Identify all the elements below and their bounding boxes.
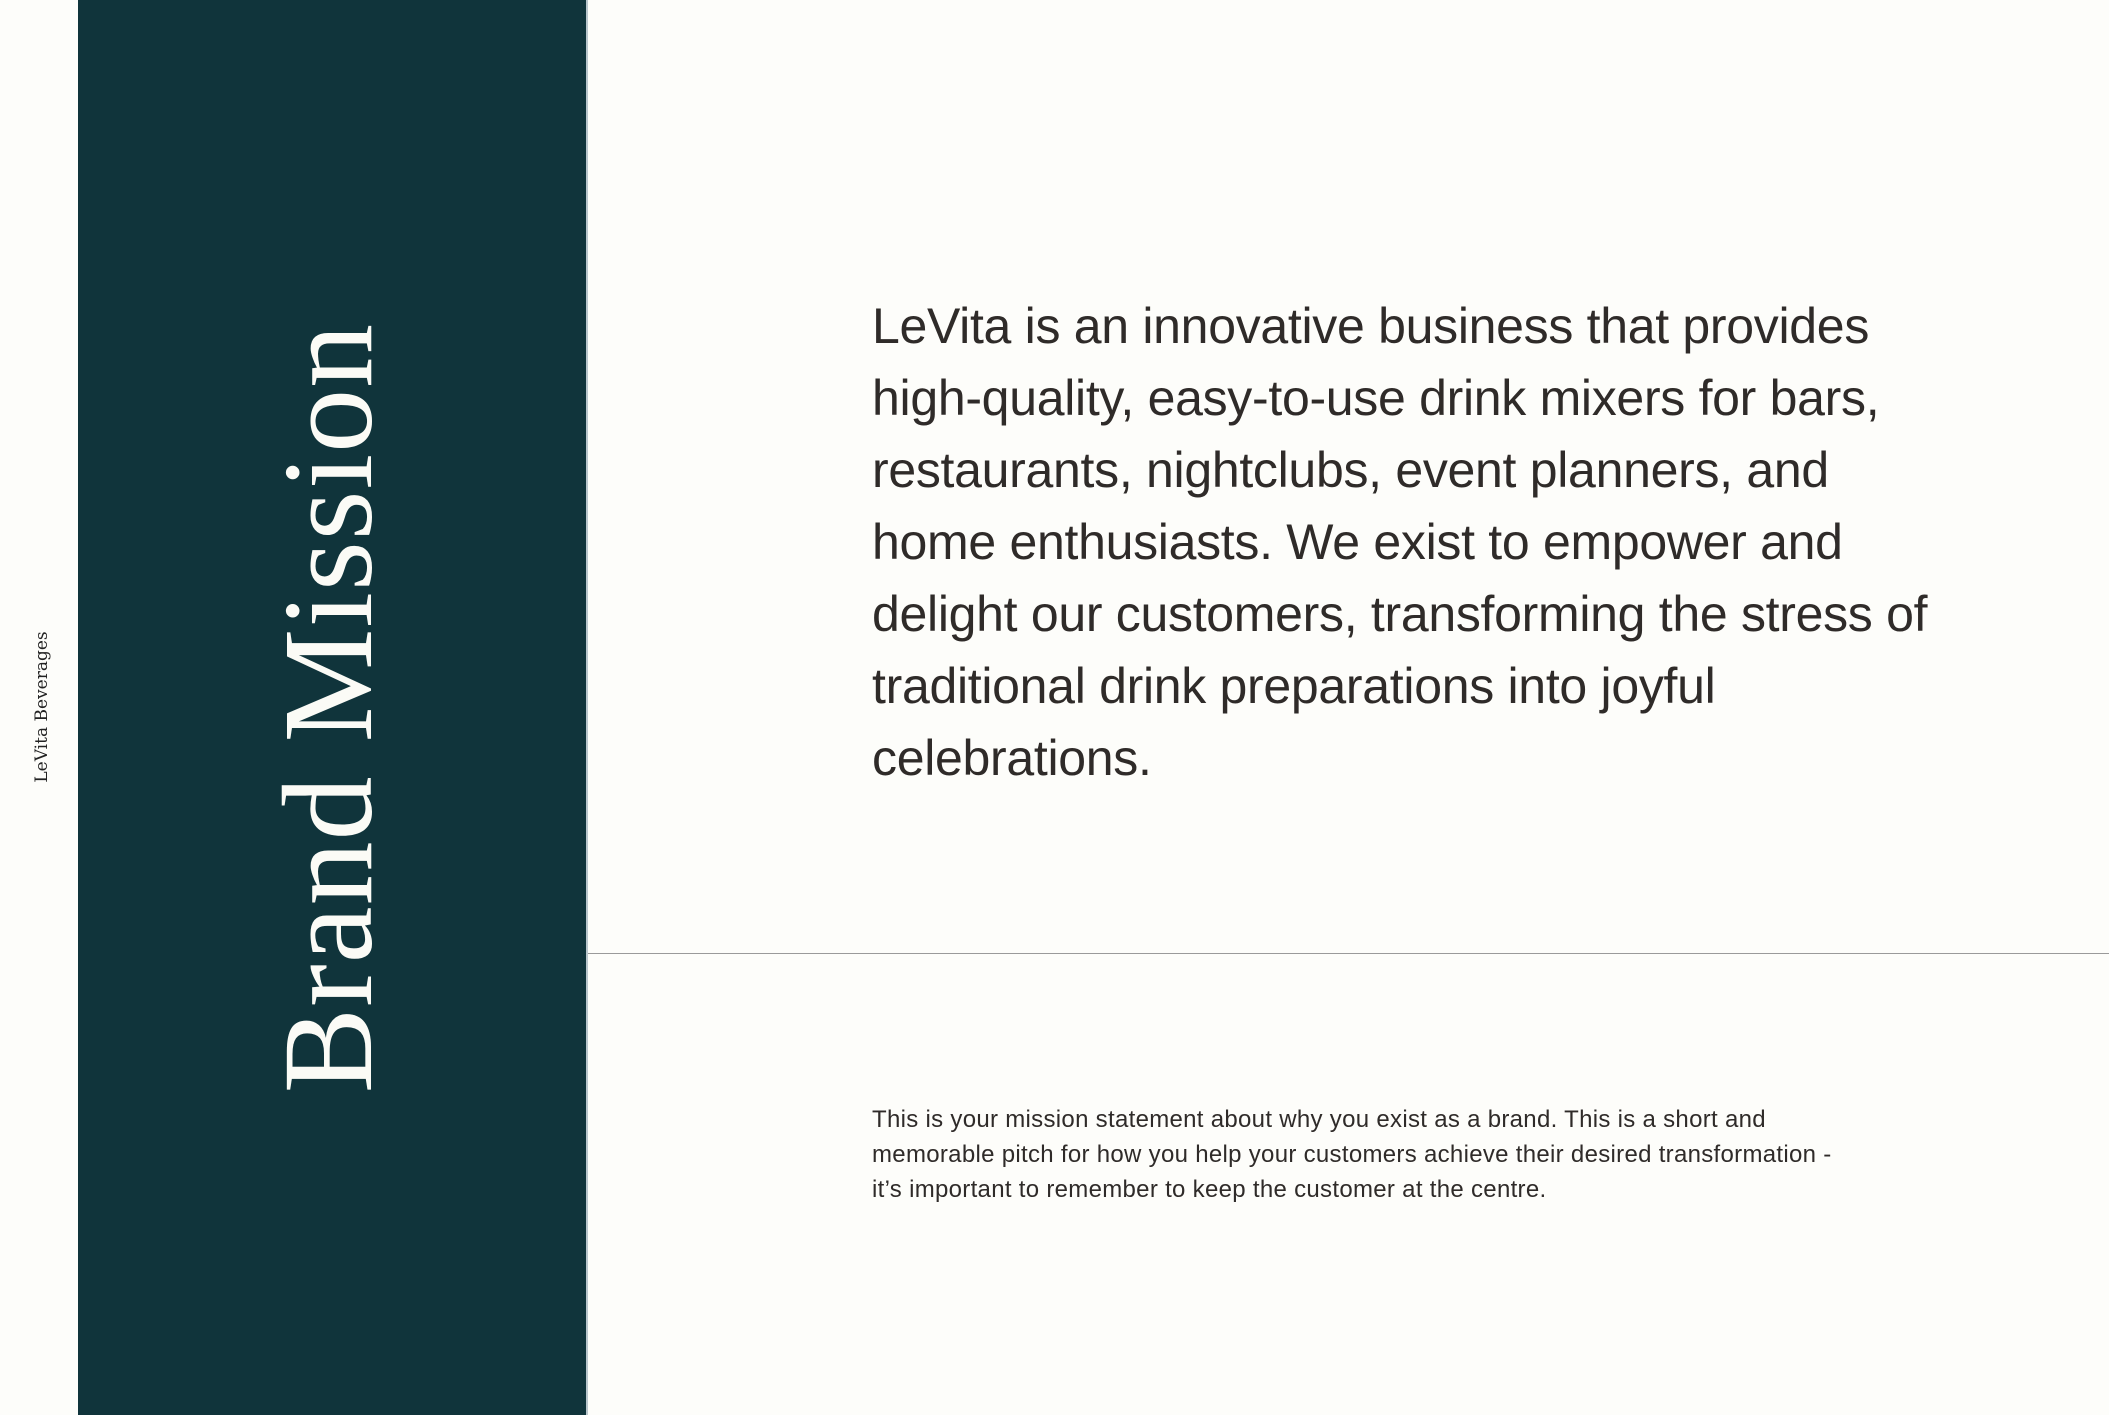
mission-lead-paragraph: LeVita is an innovative business that pr… bbox=[872, 298, 1928, 786]
panel-edge-divider bbox=[586, 0, 588, 1415]
brand-sidebar: LeVita Beverages bbox=[0, 0, 78, 1415]
section-divider bbox=[588, 953, 2109, 954]
page-title: Brand Mission bbox=[257, 322, 399, 1094]
brand-name: LeVita Beverages bbox=[32, 631, 52, 783]
mission-note-paragraph: This is your mission statement about why… bbox=[872, 1106, 1832, 1203]
